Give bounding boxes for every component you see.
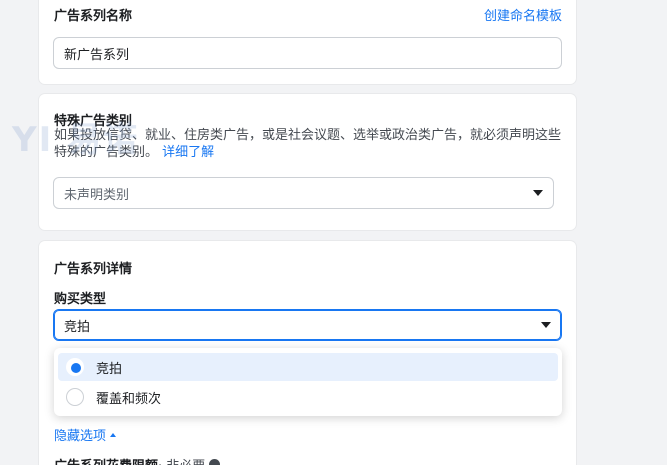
chevron-down-icon: [533, 190, 543, 196]
buying-type-option-auction[interactable]: 竞拍: [58, 353, 558, 381]
buying-type-option-reach-frequency[interactable]: 覆盖和频次: [58, 383, 558, 411]
info-icon[interactable]: [209, 459, 221, 465]
buying-type-select[interactable]: 竞拍: [53, 309, 562, 341]
campaign-name-card: 广告系列名称 创建命名模板: [39, 0, 576, 84]
special-category-card: 特殊广告类别 如果投放信贷、就业、住房类广告，或是社会议题、选举或政治类广告，就…: [39, 94, 576, 230]
option-label: 覆盖和频次: [96, 391, 162, 407]
spend-limit-label-text: 广告系列花费限额: [54, 455, 158, 465]
spend-limit-label: 广告系列花费限额 · 非必要: [54, 455, 221, 465]
learn-more-link[interactable]: 详细了解: [162, 145, 214, 160]
special-category-description: 如果投放信贷、就业、住房类广告，或是社会议题、选举或政治类广告，就必须声明这些特…: [54, 127, 564, 161]
buying-type-label: 购买类型: [54, 292, 107, 307]
spend-limit-optional: · 非必要: [158, 455, 205, 465]
chevron-down-icon: [541, 322, 551, 328]
campaign-name-title: 广告系列名称: [54, 9, 133, 24]
radio-checked-icon: [66, 358, 84, 376]
campaign-name-input[interactable]: [53, 37, 562, 69]
hide-options-link[interactable]: 隐藏选项: [54, 425, 117, 444]
special-category-select[interactable]: 未声明类别: [53, 177, 554, 209]
hide-options-label: 隐藏选项: [54, 429, 107, 444]
option-label: 竞拍: [96, 361, 123, 377]
chevron-up-icon: [110, 432, 117, 437]
radio-unchecked-icon: [66, 388, 84, 406]
campaign-details-title: 广告系列详情: [54, 262, 133, 277]
create-naming-template-link[interactable]: 创建命名模板: [484, 5, 562, 24]
buying-type-select-value: 竞拍: [64, 319, 91, 335]
special-category-select-value: 未声明类别: [64, 187, 130, 203]
buying-type-dropdown: 竞拍 覆盖和频次: [54, 348, 562, 416]
special-category-description-text: 如果投放信贷、就业、住房类广告，或是社会议题、选举或政治类广告，就必须声明这些特…: [54, 128, 562, 160]
